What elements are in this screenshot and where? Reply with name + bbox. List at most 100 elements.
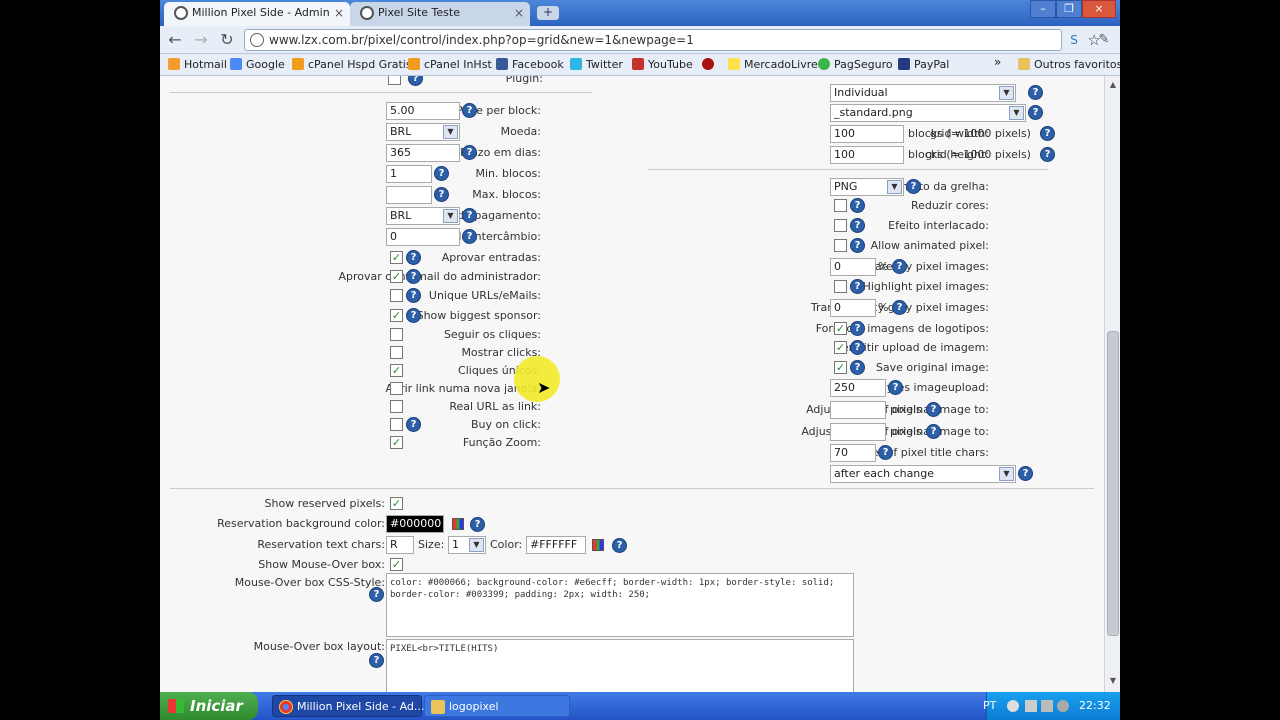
chevron-down-icon[interactable]: ▼ (887, 180, 902, 194)
help-icon[interactable]: ? (1028, 105, 1043, 120)
bookmark-paypal[interactable]: PayPal (898, 58, 949, 71)
help-icon[interactable]: ? (406, 250, 421, 265)
help-icon[interactable]: ? (1018, 466, 1033, 481)
help-icon[interactable]: ? (850, 321, 865, 336)
help-icon[interactable]: ? (406, 417, 421, 432)
help-icon[interactable]: ? (850, 279, 865, 294)
help-icon[interactable]: ? (406, 288, 421, 303)
help-icon[interactable]: ? (1028, 85, 1043, 100)
help-icon[interactable]: ? (878, 445, 893, 460)
help-icon[interactable]: ? (369, 587, 384, 602)
help-icon[interactable]: ? (1040, 147, 1055, 162)
css-textarea[interactable]: color: #000066; background-color: #e6ecf… (386, 573, 854, 637)
chevron-down-icon[interactable]: ▼ (469, 538, 484, 552)
start-button[interactable]: Iniciar (160, 692, 258, 720)
min-input[interactable]: 1 (386, 165, 432, 183)
fornecer-checkbox[interactable]: ✓ (834, 322, 847, 335)
tab-teste[interactable]: Pixel Site Teste × (350, 2, 530, 26)
help-icon[interactable]: ? (462, 229, 477, 244)
tab-admin[interactable]: Million Pixel Side - Admin × (164, 2, 350, 26)
help-icon[interactable]: ? (462, 103, 477, 118)
help-icon[interactable]: ? (462, 208, 477, 223)
option-checkbox[interactable] (390, 289, 403, 302)
help-icon[interactable]: ? (926, 402, 941, 417)
bookmark-hotmail[interactable]: Hotmail (168, 58, 227, 71)
bookmark-twitter[interactable]: Twitter (570, 58, 623, 71)
ntitle-input[interactable]: 70 (830, 444, 876, 462)
address-bar[interactable]: www.lzx.com.br/pixel/control/index.php?o… (244, 29, 1101, 51)
animated-checkbox[interactable] (834, 239, 847, 252)
help-icon[interactable]: ? (612, 538, 627, 553)
color-picker-icon[interactable] (592, 539, 604, 551)
help-icon[interactable]: ? (850, 198, 865, 213)
new-tab-button[interactable]: + (537, 6, 559, 20)
bookmark-facebook[interactable]: Facebook (496, 58, 564, 71)
moeda-select[interactable]: BRL ▼ (386, 123, 460, 141)
taxa-input[interactable]: 0 (386, 228, 460, 246)
option-checkbox[interactable] (390, 346, 403, 359)
scroll-up-icon[interactable]: ▲ (1108, 80, 1118, 90)
price-input[interactable]: 5.00 (386, 102, 460, 120)
option-checkbox[interactable] (390, 382, 403, 395)
bookmark-mercadolivre[interactable]: MercadoLivre (728, 58, 818, 71)
more-bookmarks-icon[interactable]: » (994, 55, 1001, 69)
max-input[interactable] (386, 186, 432, 204)
help-icon[interactable]: ? (408, 76, 423, 86)
renew-select[interactable]: after each change ▼ (830, 465, 1016, 483)
security-icon[interactable] (1057, 700, 1069, 712)
help-icon[interactable]: ? (892, 259, 907, 274)
help-icon[interactable]: ? (406, 269, 421, 284)
grid-height-input[interactable]: 100 (830, 146, 904, 164)
close-icon[interactable]: × (334, 2, 344, 24)
help-icon[interactable]: ? (1040, 126, 1055, 141)
chevron-down-icon[interactable]: ▼ (1009, 106, 1024, 120)
scroll-down-icon[interactable]: ▼ (1108, 676, 1118, 686)
help-icon[interactable]: ? (850, 238, 865, 253)
help-icon[interactable]: ? (406, 308, 421, 323)
size-select[interactable]: 1 ▼ (448, 536, 486, 554)
wrench-icon[interactable]: ✎ (1094, 30, 1114, 50)
option-checkbox[interactable] (390, 400, 403, 413)
tgrey-input[interactable]: 0 (830, 299, 876, 317)
reduzir-checkbox[interactable] (834, 199, 847, 212)
maxkb-input[interactable]: 250 (830, 379, 886, 397)
vertical-scrollbar[interactable]: ▲ ▼ (1104, 76, 1120, 692)
chevron-down-icon[interactable]: ▼ (443, 209, 458, 223)
taskbar-item-logopixel[interactable]: logopixel (424, 695, 570, 717)
bookmark-cpanel-inhst[interactable]: cPanel InHst (408, 58, 492, 71)
close-window-button[interactable]: × (1082, 0, 1116, 18)
help-icon[interactable]: ? (850, 218, 865, 233)
help-icon[interactable]: ? (850, 340, 865, 355)
language-indicator[interactable]: PT (983, 692, 996, 720)
help-icon[interactable]: ? (462, 145, 477, 160)
color-picker-icon[interactable] (452, 518, 464, 530)
help-icon[interactable]: ? (888, 380, 903, 395)
bookmark-red[interactable] (702, 58, 718, 71)
maximize-button[interactable]: ❐ (1056, 0, 1082, 18)
help-icon[interactable]: ? (434, 166, 449, 181)
prazo-input[interactable]: 365 (386, 144, 460, 162)
option-checkbox[interactable] (390, 328, 403, 341)
tipo-select[interactable]: Individual ▼ (830, 84, 1016, 102)
back-icon[interactable]: ← (165, 30, 185, 50)
fundo-select[interactable]: _standard.png ▼ (830, 104, 1026, 122)
help-icon[interactable]: ? (926, 424, 941, 439)
scrollbar-thumb[interactable] (1107, 331, 1119, 636)
pag-select[interactable]: BRL ▼ (386, 207, 460, 225)
other-bookmarks[interactable]: Outros favoritos (1018, 58, 1120, 71)
option-checkbox[interactable]: ✓ (390, 251, 403, 264)
option-checkbox[interactable]: ✓ (390, 436, 403, 449)
forward-icon[interactable]: → (191, 30, 211, 50)
highlight-checkbox[interactable] (834, 280, 847, 293)
save-original-checkbox[interactable]: ✓ (834, 361, 847, 374)
partial-checkbox[interactable] (388, 76, 401, 85)
bookmark-google[interactable]: Google (230, 58, 285, 71)
formato-select[interactable]: PNG ▼ (830, 178, 904, 196)
permitir-checkbox[interactable]: ✓ (834, 341, 847, 354)
help-icon[interactable]: ? (892, 300, 907, 315)
chevron-down-icon[interactable]: ▼ (999, 467, 1014, 481)
show-reserved-checkbox[interactable]: ✓ (390, 497, 403, 510)
help-icon[interactable]: ? (470, 517, 485, 532)
bookmark-youtube[interactable]: YouTube (632, 58, 693, 71)
adjh-input[interactable] (830, 423, 886, 441)
